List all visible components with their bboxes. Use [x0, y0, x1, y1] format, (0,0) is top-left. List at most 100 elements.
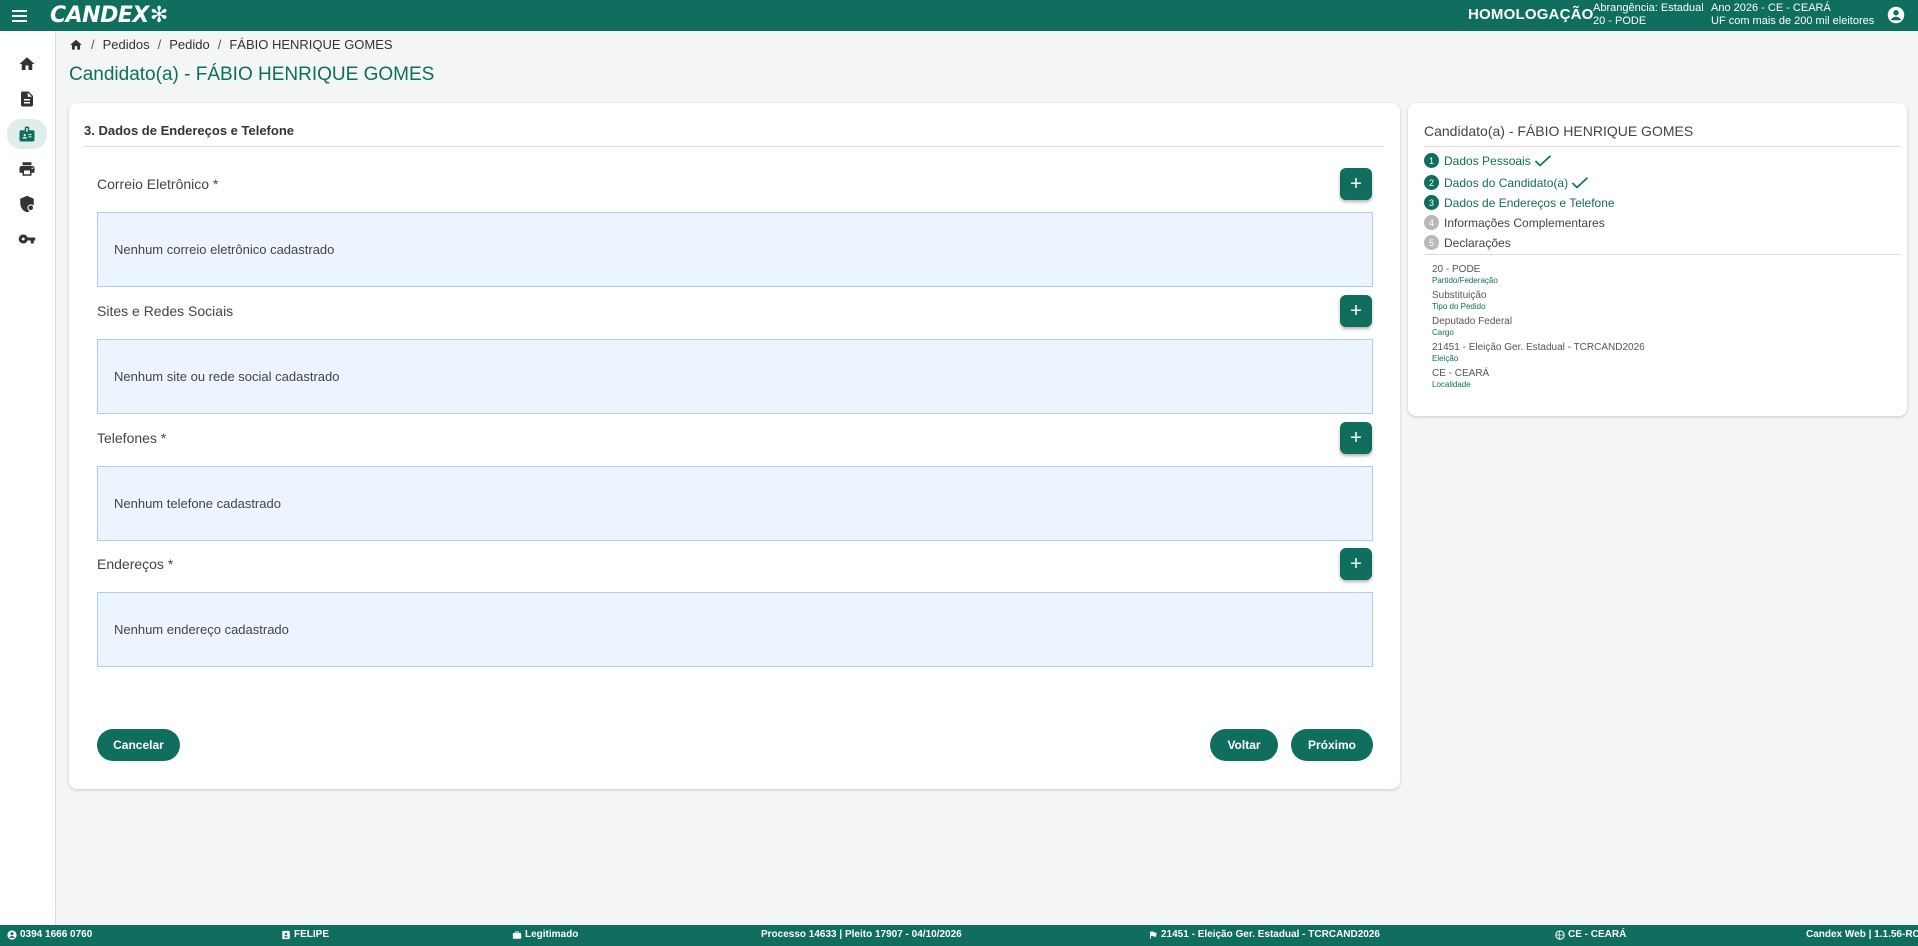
breadcrumb-separator: /: [157, 37, 162, 52]
summary-divider: [1424, 146, 1900, 147]
printer-icon: [19, 162, 35, 176]
info-office: Deputado Federal Cargo: [1432, 316, 1512, 337]
addresses-label: Endereços *: [97, 556, 174, 572]
email-label: Correio Eletrônico *: [97, 176, 219, 192]
info-location: CE - CEARÁ Localidade: [1432, 368, 1489, 389]
step-5: 5 Declarações: [1424, 235, 1511, 250]
step-label: Informações Complementares: [1444, 215, 1605, 230]
status-legitimation: Legitimado: [512, 929, 578, 940]
add-address-button[interactable]: +: [1340, 548, 1372, 580]
info-election: 21451 - Eleição Ger. Estadual - TCRCAND2…: [1432, 342, 1645, 363]
info-value: 20 - PODE: [1432, 264, 1481, 275]
app-logo[interactable]: CANDEX ✻: [50, 3, 168, 28]
status-process: Processo 14633 | Pleito 17907 - 04/10/20…: [761, 929, 962, 940]
info-value: CE - CEARÁ: [1432, 368, 1490, 379]
breadcrumb-pedidos[interactable]: Pedidos: [103, 37, 150, 52]
sidebar-item-home[interactable]: [7, 49, 47, 79]
year-line-1: Ano 2026 - CE - CEARÁ: [1711, 2, 1831, 14]
status-election-text: 21451 - Eleição Ger. Estadual - TCRCAND2…: [1161, 929, 1380, 940]
home-icon[interactable]: [69, 38, 83, 52]
badge-icon: [19, 126, 35, 142]
breadcrumb-pedido[interactable]: Pedido: [169, 37, 209, 52]
user-account-icon[interactable]: [1887, 6, 1905, 24]
email-empty-state: Nenhum correio eletrônico cadastrado: [97, 212, 1373, 287]
key-icon: [18, 234, 36, 244]
info-label: Eleição: [1432, 354, 1459, 363]
step-number: 4: [1424, 215, 1439, 230]
check-icon: [1534, 154, 1551, 167]
add-social-button[interactable]: +: [1340, 295, 1372, 327]
globe-icon: [1555, 929, 1565, 940]
sidebar-item-documents[interactable]: [7, 84, 47, 114]
step-1[interactable]: 1 Dados Pessoais: [1424, 153, 1552, 168]
status-location: CE - CEARÁ: [1555, 929, 1626, 940]
info-party: 20 - PODE Partido/Federação: [1432, 264, 1498, 285]
step-label: Dados Pessoais: [1444, 153, 1531, 168]
scope-line-2: 20 - PODE: [1593, 15, 1647, 27]
briefcase-icon: [512, 930, 522, 939]
flag-icon: [1150, 931, 1157, 939]
status-user-name: FELIPE: [281, 929, 329, 940]
info-label: Tipo do Pedido: [1432, 302, 1486, 311]
status-location-text: CE - CEARÁ: [1568, 929, 1627, 940]
step-label: Dados do Candidato(a): [1444, 175, 1569, 190]
environment-label: HOMOLOGAÇÃO: [1468, 6, 1594, 23]
step-number: 3: [1424, 195, 1439, 210]
info-value: Deputado Federal: [1432, 316, 1513, 327]
next-button[interactable]: Próximo: [1291, 729, 1373, 761]
social-empty-state: Nenhum site ou rede social cadastrado: [97, 339, 1373, 414]
form-card: 3. Dados de Endereços e Telefone Correio…: [69, 103, 1400, 789]
summary-divider: [1424, 254, 1900, 255]
breadcrumb: / Pedidos / Pedido / FÁBIO HENRIQUE GOME…: [69, 37, 393, 52]
social-label: Sites e Redes Sociais: [97, 303, 234, 319]
step-label: Dados de Endereços e Telefone: [1444, 195, 1615, 210]
info-label: Cargo: [1432, 328, 1454, 337]
sidebar-item-print[interactable]: [7, 154, 47, 184]
document-icon: [21, 91, 33, 107]
sidebar-item-candidates[interactable]: [7, 119, 47, 149]
status-election: 21451 - Eleição Ger. Estadual - TCRCAND2…: [1148, 929, 1380, 940]
sidebar-item-security[interactable]: [7, 189, 47, 219]
status-version-text: Candex Web | 1.1.56-RC: [1806, 929, 1918, 940]
addresses-empty-state: Nenhum endereço cadastrado: [97, 592, 1373, 667]
scope-line-1: Abrangência: Estadual: [1593, 2, 1704, 14]
year-info: Ano 2026 - CE - CEARÁ UF com mais de 200…: [1711, 2, 1874, 28]
sidebar-item-access[interactable]: [7, 224, 47, 254]
id-card-icon: [282, 930, 290, 939]
status-user-name-text: FELIPE: [294, 929, 330, 940]
status-version: Candex Web | 1.1.56-RC: [1806, 929, 1918, 940]
left-sidebar: [0, 31, 56, 925]
menu-icon[interactable]: [12, 4, 36, 28]
summary-card: Candidato(a) - FÁBIO HENRIQUE GOMES 1 Da…: [1408, 103, 1907, 416]
status-process-text: Processo 14633 | Pleito 17907 - 04/10/20…: [761, 929, 962, 940]
summary-title: Candidato(a) - FÁBIO HENRIQUE GOMES: [1424, 123, 1694, 139]
step-2[interactable]: 2 Dados do Candidato(a): [1424, 175, 1589, 190]
step-4: 4 Informações Complementares: [1424, 215, 1605, 230]
status-legitimation-text: Legitimado: [525, 929, 579, 940]
top-bar: CANDEX ✻ HOMOLOGAÇÃO Abrangência: Estadu…: [0, 0, 1918, 31]
step-3[interactable]: 3 Dados de Endereços e Telefone: [1424, 195, 1615, 210]
status-user-id: 0394 1666 0760: [7, 929, 92, 940]
status-bar: 0394 1666 0760 FELIPE Legitimado Process…: [0, 925, 1918, 946]
info-request-type: Substituição Tipo do Pedido: [1432, 290, 1486, 311]
page-title: Candidato(a) - FÁBIO HENRIQUE GOMES: [69, 64, 435, 85]
phones-label: Telefones *: [97, 430, 167, 446]
home-icon: [19, 57, 35, 70]
breadcrumb-separator: /: [217, 37, 222, 52]
info-value: 21451 - Eleição Ger. Estadual - TCRCAND2…: [1432, 342, 1645, 353]
step-number: 5: [1424, 235, 1439, 250]
cancel-button[interactable]: Cancelar: [97, 729, 180, 761]
step-number: 2: [1424, 175, 1439, 190]
back-button[interactable]: Voltar: [1210, 729, 1278, 761]
shield-icon: [20, 195, 35, 213]
check-icon: [1571, 176, 1589, 189]
info-label: Partido/Federação: [1432, 276, 1498, 285]
year-line-2: UF com mais de 200 mil eleitores: [1711, 15, 1875, 27]
step-label: Declarações: [1444, 235, 1511, 250]
account-circle-icon: [7, 929, 17, 940]
add-email-button[interactable]: +: [1340, 168, 1372, 200]
section-divider: [84, 146, 1384, 147]
scope-info: Abrangência: Estadual 20 - PODE: [1593, 2, 1704, 28]
app-logo-mark: ✻: [149, 3, 168, 28]
add-phone-button[interactable]: +: [1340, 422, 1372, 454]
